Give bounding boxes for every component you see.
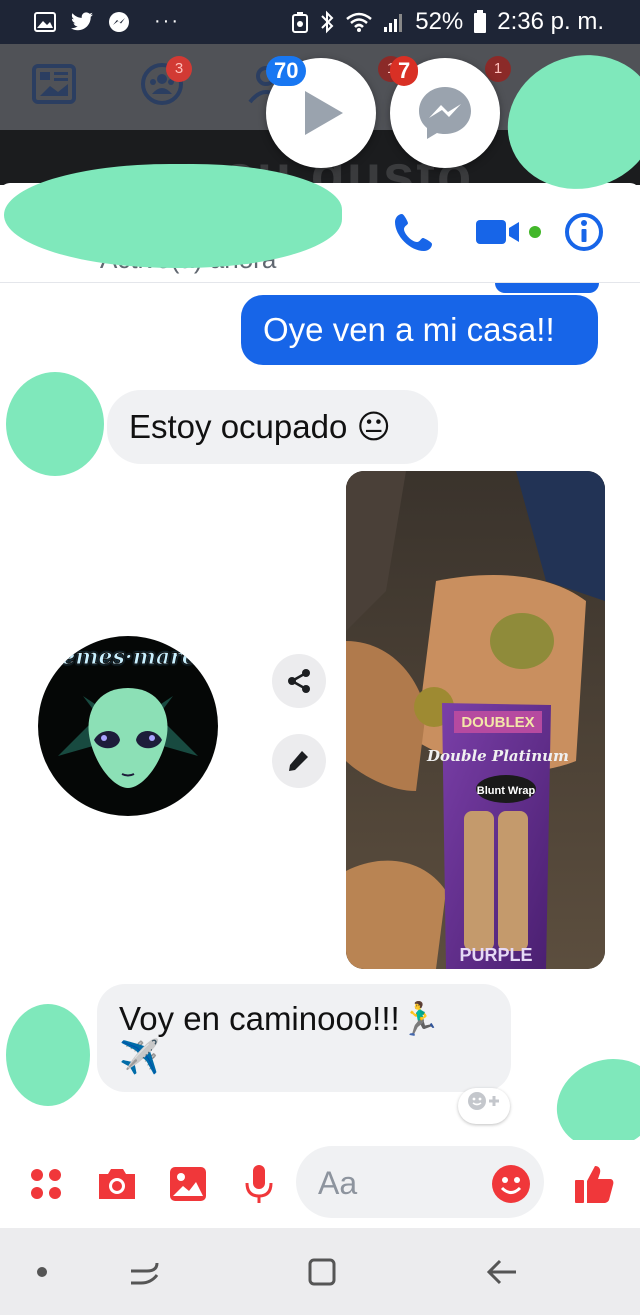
video-head-badge: 70 (266, 56, 307, 86)
recents-icon (131, 1262, 159, 1285)
signal-icon (384, 14, 403, 32)
message-out-1[interactable]: Oye ven a mi casa!! (241, 295, 598, 365)
info-icon[interactable] (562, 210, 606, 254)
phone-call-icon[interactable] (392, 210, 436, 254)
add-reaction-button[interactable] (458, 1088, 510, 1124)
pack-subtitle: Blunt Wrap (477, 785, 536, 797)
messenger-icon (419, 87, 471, 139)
back-arrow-icon (486, 1259, 516, 1285)
photo-message[interactable]: DOUBLEX Double Platinum Blunt Wrap PURPL… (346, 471, 605, 969)
groups-badge: 3 (166, 56, 192, 82)
camera-icon (99, 1169, 135, 1199)
battery-icon (474, 10, 487, 33)
data-saver-icon (292, 12, 309, 33)
censor-blob-avatar-2 (6, 1004, 90, 1106)
message-text: Estoy ocupado 😐 (129, 408, 391, 445)
back-button[interactable] (480, 1250, 524, 1294)
thumbs-up-icon (575, 1166, 614, 1203)
gallery-button[interactable] (166, 1160, 210, 1208)
message-text: Oye ven a mi casa!! (263, 311, 555, 348)
previous-message-tail (495, 283, 599, 293)
clock: 2:36 p. m. (497, 8, 604, 35)
message-in-2[interactable]: Voy en caminooo!!!🏃‍♂️ ✈️ (97, 984, 511, 1092)
message-input-placeholder: Aa (318, 1165, 358, 1201)
recent-apps-button[interactable] (122, 1250, 166, 1294)
bluetooth-icon (321, 10, 334, 34)
notifications-badge: 1 (485, 56, 511, 82)
grid-dots-icon (31, 1169, 61, 1199)
pack-title: Double Platinum (426, 747, 569, 765)
emoji-icon (492, 1165, 530, 1203)
twitter-icon (71, 11, 93, 30)
assistant-dot[interactable] (20, 1250, 64, 1294)
pack-flavor: PURPLE (459, 945, 532, 965)
messenger-status-icon (109, 11, 129, 32)
photo-icon (170, 1167, 206, 1201)
dot-icon (37, 1267, 47, 1277)
play-icon (305, 91, 343, 135)
censor-blob-name (4, 164, 342, 268)
video-call-icon[interactable] (474, 210, 544, 254)
wifi-icon (346, 12, 373, 32)
watermark-text: memes·marcianos (38, 644, 218, 671)
share-icon (288, 669, 310, 693)
messenger-head-badge: 7 (390, 56, 419, 86)
message-in-1[interactable]: Estoy ocupado 😐 (107, 390, 438, 464)
more-actions-button[interactable] (24, 1160, 68, 1208)
share-button[interactable] (272, 654, 326, 708)
gallery-icon (34, 11, 56, 32)
pencil-icon (289, 751, 308, 771)
photo-content: DOUBLEX Double Platinum Blunt Wrap PURPL… (346, 471, 605, 969)
home-button[interactable] (300, 1250, 344, 1294)
watermark-logo: memes·marcianos (38, 636, 218, 816)
more-notifications: ··· (154, 10, 180, 32)
battery-percent: 52% (415, 8, 464, 35)
camera-button[interactable] (95, 1160, 139, 1208)
smiley-plus-icon (468, 1092, 499, 1110)
home-icon (308, 1258, 336, 1286)
voice-button[interactable] (237, 1160, 281, 1208)
message-text-line2: ✈️ (119, 1038, 161, 1075)
news-feed-icon[interactable] (32, 62, 76, 106)
message-text: Voy en caminooo!!!🏃‍♂️ (119, 1000, 441, 1037)
emoji-button[interactable] (489, 1160, 533, 1208)
microphone-icon (245, 1165, 273, 1203)
censor-blob-avatar-1 (6, 372, 104, 476)
status-bar: ··· 52% 2:36 p. m. (0, 0, 640, 44)
like-button[interactable] (572, 1160, 616, 1208)
edit-button[interactable] (272, 734, 326, 788)
pack-brand: DOUBLEX (461, 714, 534, 731)
